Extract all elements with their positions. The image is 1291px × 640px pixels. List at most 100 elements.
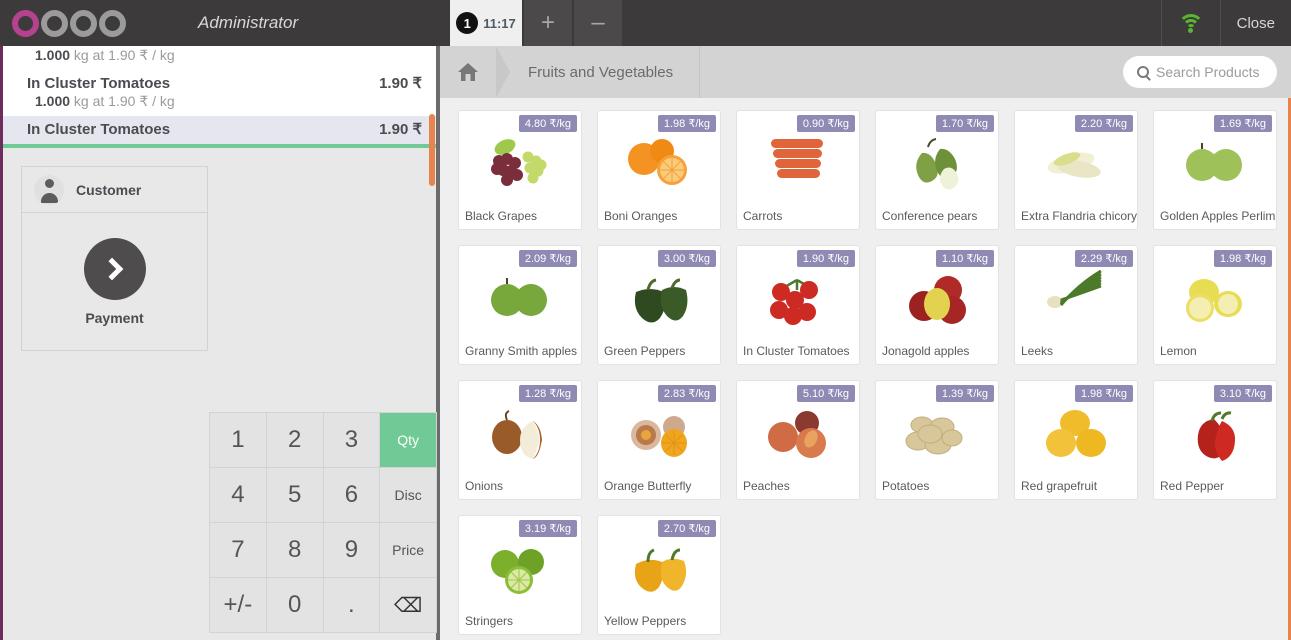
product-name: Onions — [465, 479, 504, 493]
order-line[interactable]: 1.000 kg at 1.90 ₹ / kg — [3, 47, 436, 70]
product-name: Red grapefruit — [1021, 479, 1098, 493]
product-name: Stringers — [465, 614, 514, 628]
numpad-key-2[interactable]: 2 — [266, 413, 323, 467]
order-lines: 1.000 kg at 1.90 ₹ / kg In Cluster Tomato… — [3, 46, 436, 148]
product-card[interactable]: 1.90 ₹/kg In Cluster Tomatoes — [736, 245, 860, 365]
product-card[interactable]: 3.00 ₹/kg Green Peppers — [597, 245, 721, 365]
home-icon[interactable] — [440, 46, 496, 98]
numpad-key-7[interactable]: 7 — [210, 523, 266, 577]
order-line[interactable]: In Cluster Tomatoes 1.90 ₹ — [3, 116, 436, 148]
product-name: Leeks — [1021, 344, 1054, 358]
breadcrumb: Fruits and Vegetables — [440, 46, 1291, 98]
product-price-badge: 2.09 ₹/kg — [518, 250, 577, 267]
product-price-badge: 2.83 ₹/kg — [657, 385, 716, 402]
order-panel: 1.000 kg at 1.90 ₹ / kg In Cluster Tomato… — [0, 46, 440, 640]
remove-order-button[interactable]: – — [574, 0, 622, 46]
product-price-badge: 2.29 ₹/kg — [1074, 250, 1133, 267]
product-card[interactable]: 1.69 ₹/kg Golden Apples Perlim — [1153, 110, 1277, 230]
logo-letter-o1 — [12, 9, 39, 37]
order-tab-time: 11:17 — [483, 15, 516, 31]
product-card[interactable]: 1.98 ₹/kg Boni Oranges — [597, 110, 721, 230]
product-price-badge: 5.10 ₹/kg — [796, 385, 855, 402]
customer-payment-box: Customer Payment — [21, 166, 208, 351]
add-order-button[interactable]: + — [524, 0, 572, 46]
customer-label: Customer — [76, 181, 142, 198]
product-card[interactable]: 1.98 ₹/kg Red grapefruit — [1014, 380, 1138, 500]
product-price-badge: 2.20 ₹/kg — [1074, 115, 1133, 132]
product-card[interactable]: 1.10 ₹/kg Jonagold apples — [875, 245, 999, 365]
logo-letter-o2 — [70, 9, 97, 37]
numpad-key-6[interactable]: 6 — [323, 468, 380, 522]
product-name: Conference pears — [882, 209, 978, 223]
top-bar: Administrator 1 11:17 + – Close — [0, 0, 1291, 46]
top-bar-right: Close — [1160, 0, 1291, 46]
product-card[interactable]: 1.39 ₹/kg Potatoes — [875, 380, 999, 500]
product-card[interactable]: 2.70 ₹/kg Yellow Peppers — [597, 515, 721, 635]
product-card[interactable]: 2.83 ₹/kg Orange Butterfly — [597, 380, 721, 500]
sync-status-button[interactable] — [1160, 0, 1220, 46]
payment-label: Payment — [85, 309, 144, 326]
order-scrollbar[interactable] — [429, 114, 435, 186]
product-name: Boni Oranges — [604, 209, 678, 223]
order-line-price: 1.90 ₹ — [379, 121, 422, 138]
product-name: Lemon — [1160, 344, 1197, 358]
product-price-badge: 1.28 ₹/kg — [518, 385, 577, 402]
product-name: Green Peppers — [604, 344, 686, 358]
product-card[interactable]: 0.90 ₹/kg Carrots — [736, 110, 860, 230]
numpad-key-4[interactable]: 4 — [210, 468, 266, 522]
product-price-badge: 3.19 ₹/kg — [518, 520, 577, 537]
product-name: Extra Flandria chicory — [1021, 209, 1137, 223]
close-label: Close — [1236, 14, 1275, 32]
product-card[interactable]: 4.80 ₹/kg Black Grapes — [458, 110, 582, 230]
product-card[interactable]: 2.29 ₹/kg Leeks — [1014, 245, 1138, 365]
numpad-key-Disc[interactable]: Disc — [380, 468, 436, 522]
breadcrumb-category[interactable]: Fruits and Vegetables — [510, 46, 701, 98]
numpad-key-9[interactable]: 9 — [323, 523, 380, 577]
product-card[interactable]: 5.10 ₹/kg Peaches — [736, 380, 860, 500]
product-price-badge: 2.70 ₹/kg — [657, 520, 716, 537]
set-customer-button[interactable]: Customer — [22, 167, 207, 213]
odoo-logo — [12, 9, 126, 37]
user-name: Administrator — [198, 13, 299, 32]
order-tab-badge: 1 — [456, 12, 479, 34]
product-card[interactable]: 3.19 ₹/kg Stringers — [458, 515, 582, 635]
order-line-detail: 1.000 kg at 1.90 ₹ / kg — [35, 93, 175, 109]
search-box[interactable] — [1123, 56, 1277, 88]
product-panel: Fruits and Vegetables 4.80 ₹/kg Black Gra… — [440, 46, 1291, 640]
product-price-badge: 1.70 ₹/kg — [935, 115, 994, 132]
product-card[interactable]: 1.98 ₹/kg Lemon — [1153, 245, 1277, 365]
numpad-key-Price[interactable]: Price — [380, 523, 436, 577]
order-line[interactable]: In Cluster Tomatoes 1.90 ₹ 1.000 kg at 1.9… — [3, 70, 436, 116]
product-card[interactable]: 2.20 ₹/kg Extra Flandria chicory — [1014, 110, 1138, 230]
numpad-key-1[interactable]: 1 — [210, 413, 266, 467]
product-name: Red Pepper — [1160, 479, 1225, 493]
product-name: Potatoes — [882, 479, 930, 493]
payment-button[interactable]: Payment — [22, 213, 207, 350]
product-price-badge: 1.39 ₹/kg — [935, 385, 994, 402]
product-name: Carrots — [743, 209, 783, 223]
logo-letter-o3 — [99, 9, 126, 37]
product-name: Yellow Peppers — [604, 614, 687, 628]
product-card[interactable]: 1.28 ₹/kg Onions — [458, 380, 582, 500]
product-card[interactable]: 2.09 ₹/kg Granny Smith apples — [458, 245, 582, 365]
product-price-badge: 0.90 ₹/kg — [796, 115, 855, 132]
product-price-badge: 1.10 ₹/kg — [935, 250, 994, 267]
logo-letter-d — [41, 9, 68, 37]
close-button[interactable]: Close — [1219, 0, 1291, 46]
search-input[interactable] — [1156, 64, 1263, 80]
product-card[interactable]: 3.10 ₹/kg Red Pepper — [1153, 380, 1277, 500]
numpad-key-[interactable]: ⌫ — [380, 578, 436, 632]
numpad-key-8[interactable]: 8 — [266, 523, 323, 577]
numpad-key-[interactable]: . — [323, 578, 380, 632]
pos-app: Administrator 1 11:17 + – Close 1.000 kg… — [0, 0, 1291, 640]
product-name: Golden Apples Perlim — [1160, 209, 1276, 223]
numpad-key-0[interactable]: 0 — [266, 578, 323, 632]
chevron-right-icon — [83, 237, 146, 300]
product-card[interactable]: 1.70 ₹/kg Conference pears — [875, 110, 999, 230]
order-tab-1[interactable]: 1 11:17 — [450, 0, 522, 46]
numpad-key-5[interactable]: 5 — [266, 468, 323, 522]
numpad-key-Qty[interactable]: Qty — [380, 413, 436, 467]
numpad-key-[interactable]: +/- — [210, 578, 266, 632]
numpad-key-3[interactable]: 3 — [323, 413, 380, 467]
product-price-badge: 3.10 ₹/kg — [1213, 385, 1272, 402]
